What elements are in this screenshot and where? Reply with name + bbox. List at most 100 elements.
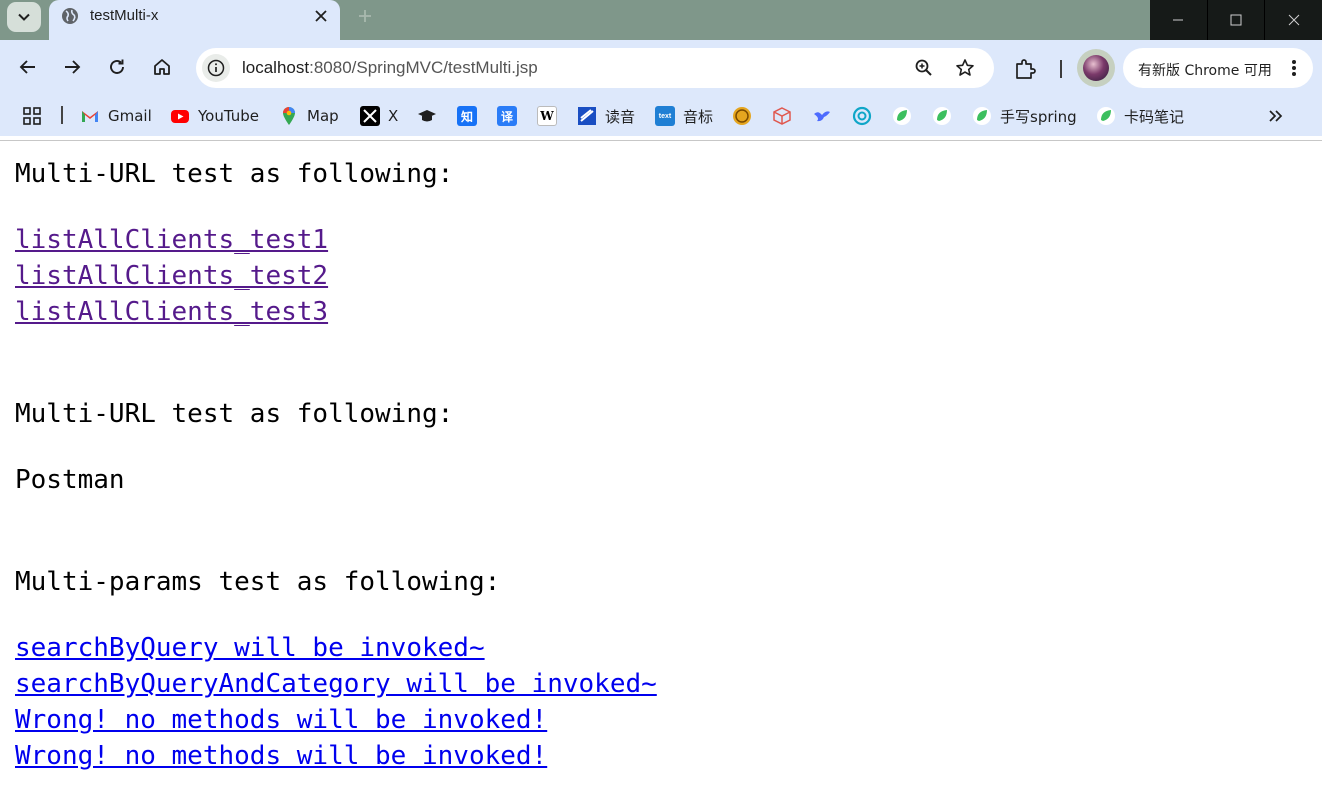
address-bar[interactable]: localhost:8080/SpringMVC/testMulti.jsp <box>196 48 994 88</box>
bookmark-kama-notes[interactable]: 卡码笔记 <box>1096 104 1184 128</box>
arrow-right-icon <box>65 60 81 74</box>
graduation-cap-icon <box>418 110 436 122</box>
bookmark-label: 手写spring <box>1000 107 1077 126</box>
site-info-button[interactable] <box>202 54 230 82</box>
bookmark-youtube[interactable]: YouTube <box>170 104 259 128</box>
leaf-icon <box>973 107 991 125</box>
bookmark-leaf-1[interactable] <box>892 104 912 128</box>
bookmark-label: 读音 <box>605 107 636 126</box>
link-list-all-clients-test2[interactable]: listAllClients_test2 <box>15 260 328 292</box>
link-list-all-clients-test1[interactable]: listAllClients_test1 <box>15 224 328 256</box>
double-chevron-right-icon[interactable] <box>1266 106 1286 126</box>
kebab-menu-icon[interactable] <box>1287 58 1301 78</box>
bookmark-bird[interactable] <box>812 104 832 128</box>
globe-icon <box>62 8 78 24</box>
link-wrong-no-methods-2[interactable]: Wrong! no methods will be invoked! <box>15 740 547 772</box>
flag-icon <box>578 107 596 125</box>
leaf-icon <box>893 107 911 125</box>
url-path: :8080/SpringMVC/testMulti.jsp <box>309 58 538 77</box>
bookmark-handwritten-spring[interactable]: 手写spring <box>972 104 1077 128</box>
chevron-down-icon <box>18 13 30 21</box>
close-icon <box>1288 14 1300 26</box>
bookmarks-bar: Gmail YouTube Map X 知 译 W 读音 text 音标 手写s… <box>0 96 1322 136</box>
bird-icon <box>814 111 830 122</box>
apps-grid-icon[interactable] <box>22 106 42 126</box>
chrome-update-button[interactable]: 有新版 Chrome 可用 <box>1123 48 1313 88</box>
link-search-by-query-and-category[interactable]: searchByQueryAndCategory will be invoked… <box>15 668 657 700</box>
window-controls <box>1150 0 1322 40</box>
puzzle-icon[interactable] <box>1013 56 1039 82</box>
link-wrong-no-methods-1[interactable]: Wrong! no methods will be invoked! <box>15 704 547 736</box>
bookmark-scholar[interactable] <box>417 104 437 128</box>
text-logo-icon: text <box>655 106 675 126</box>
bookmark-x[interactable]: X <box>360 104 398 128</box>
zoom-icon <box>915 59 932 76</box>
update-label: 有新版 Chrome 可用 <box>1138 63 1272 79</box>
leaf-icon <box>933 107 951 125</box>
translate-icon: 译 <box>497 106 517 126</box>
swirl-icon <box>852 106 872 126</box>
bookmark-map[interactable]: Map <box>279 104 339 128</box>
cube-icon <box>773 107 791 125</box>
toolbar-divider <box>1060 60 1062 78</box>
avatar-image <box>1083 55 1109 81</box>
maximize-button[interactable] <box>1208 0 1265 40</box>
bookmark-label: 音标 <box>683 107 714 126</box>
arrow-left-icon <box>19 60 35 74</box>
bookmark-wikipedia[interactable]: W <box>537 104 557 128</box>
zoom-button[interactable] <box>913 57 935 79</box>
section-heading-multi-params: Multi-params test as following: <box>15 567 501 597</box>
bookmark-label: Map <box>307 107 339 125</box>
profile-avatar[interactable] <box>1077 49 1115 87</box>
coin-icon <box>733 107 751 125</box>
bookmark-label: YouTube <box>198 107 259 125</box>
maps-icon <box>283 107 295 125</box>
reload-button[interactable] <box>102 52 132 82</box>
bookmark-label: Gmail <box>108 107 152 125</box>
tab-strip: testMulti-x <box>0 0 1322 40</box>
url-text[interactable]: localhost:8080/SpringMVC/testMulti.jsp <box>242 58 538 78</box>
close-icon <box>315 10 327 22</box>
forward-button[interactable] <box>57 52 87 82</box>
url-host: localhost <box>242 58 310 77</box>
plus-icon <box>359 10 371 22</box>
new-tab-button[interactable] <box>354 5 376 27</box>
home-button[interactable] <box>147 52 177 82</box>
bookmark-zhihu[interactable]: 知 <box>457 104 477 128</box>
page-content: Multi-URL test as following: listAllClie… <box>0 141 1322 791</box>
wikipedia-icon: W <box>537 106 557 126</box>
home-icon <box>154 59 170 75</box>
youtube-icon <box>171 110 189 123</box>
tab-close-button[interactable] <box>311 6 331 26</box>
star-icon <box>956 59 974 76</box>
maximize-icon <box>1230 14 1242 26</box>
zhihu-icon: 知 <box>457 106 477 126</box>
link-search-by-query[interactable]: searchByQuery will be invoked~ <box>15 632 485 664</box>
bookmark-translate[interactable]: 译 <box>497 104 517 128</box>
back-button[interactable] <box>13 52 43 82</box>
bookmark-gmail[interactable]: Gmail <box>80 104 152 128</box>
tab-search-button[interactable] <box>7 2 41 32</box>
bookmark-coin[interactable] <box>732 104 752 128</box>
bookmark-phonetic[interactable]: text 音标 <box>655 104 713 128</box>
bookmarks-separator <box>61 106 63 124</box>
bookmark-leaf-2[interactable] <box>932 104 952 128</box>
bookmark-label: 卡码笔记 <box>1124 107 1185 126</box>
gmail-icon <box>82 111 98 122</box>
bookmark-cube[interactable] <box>772 104 792 128</box>
tab-title: testMulti-x <box>90 7 159 24</box>
info-icon <box>207 59 225 77</box>
bookmark-pronounce[interactable]: 读音 <box>577 104 635 128</box>
window-close-button[interactable] <box>1265 0 1322 40</box>
leaf-icon <box>1097 107 1115 125</box>
postman-text: Postman <box>15 465 125 495</box>
minimize-icon <box>1173 19 1184 21</box>
minimize-button[interactable] <box>1150 0 1207 40</box>
active-tab[interactable]: testMulti-x <box>49 0 340 40</box>
link-list-all-clients-test3[interactable]: listAllClients_test3 <box>15 296 328 328</box>
reload-icon <box>110 59 124 74</box>
bookmark-star-button[interactable] <box>954 57 976 79</box>
x-icon <box>360 106 380 126</box>
bookmark-swirl[interactable] <box>852 104 872 128</box>
bookmark-label: X <box>388 107 399 125</box>
